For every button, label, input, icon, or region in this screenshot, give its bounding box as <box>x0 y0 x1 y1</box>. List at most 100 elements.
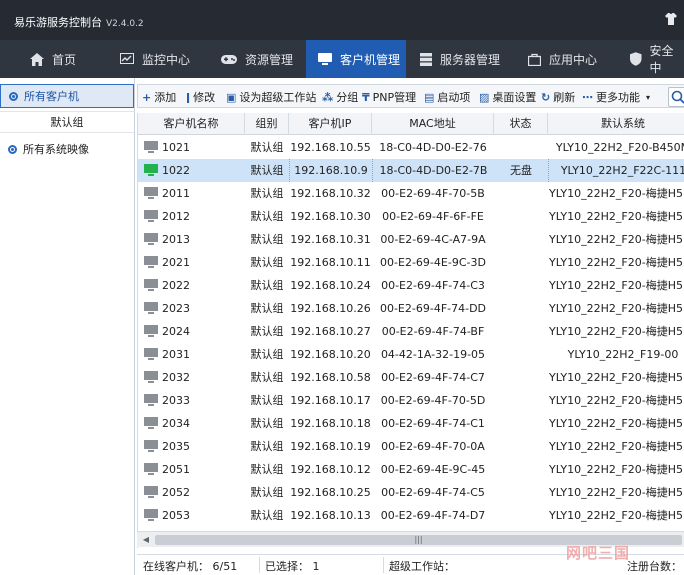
cell-group: 默认组 <box>250 440 284 453</box>
client-offline-icon <box>144 233 158 245</box>
table-row[interactable]: 2022 默认组 192.168.10.24 00-E2-69-4F-74-C3 YLY… <box>138 274 684 297</box>
cell-default-system: YLY10_22H2_F20-梅捷H510 <box>549 325 684 338</box>
nav-resources[interactable]: 资源管理 <box>221 40 293 78</box>
sidebar-all-images[interactable]: 所有系统映像 <box>0 137 134 161</box>
edit-button[interactable]: ǀ 修改 <box>186 89 215 105</box>
skin-icon[interactable] <box>664 12 678 26</box>
cell-default-system: YLY10_22H2_F20-梅捷H510 <box>549 463 684 476</box>
nav-server-management[interactable]: 服务器管理 <box>420 40 500 78</box>
expand-icon[interactable] <box>8 144 17 154</box>
client-name-text: 1021 <box>162 141 190 154</box>
add-button[interactable]: + 添加 <box>142 89 176 105</box>
col-ip[interactable]: 客户机IP <box>289 113 372 135</box>
client-name-text: 2053 <box>162 509 190 522</box>
cell-ip: 192.168.10.11 <box>290 256 371 269</box>
more-functions-button[interactable]: ⋯ 更多功能 ▾ <box>582 89 650 105</box>
pnp-icon: ₸ <box>362 90 370 104</box>
cell-default-system: YLY10_22H2_F20-梅捷H510 <box>549 440 684 453</box>
cell-name: 2032 <box>138 366 245 389</box>
table-row[interactable]: 2034 默认组 192.168.10.18 00-E2-69-4F-74-C1 YLY… <box>138 412 684 435</box>
cell-status <box>494 182 548 205</box>
table-row[interactable]: 2035 默认组 192.168.10.19 00-E2-69-4F-70-0A YLY… <box>138 435 684 458</box>
table-row[interactable]: 2023 默认组 192.168.10.26 00-E2-69-4F-74-DD YLY… <box>138 297 684 320</box>
table-row[interactable]: 2013 默认组 192.168.10.31 00-E2-69-4C-A7-9A YLY… <box>138 228 684 251</box>
nav-monitor[interactable]: 监控中心 <box>120 40 190 78</box>
client-name-text: 1022 <box>162 164 190 177</box>
cell-default-system: YLY10_22H2_F20-梅捷H510 <box>549 417 684 430</box>
cell-ip: 192.168.10.13 <box>290 509 371 522</box>
cell-status <box>494 504 548 527</box>
pnp-button[interactable]: ₸ PNP管理 <box>362 89 416 105</box>
col-default-system[interactable]: 默认系统 <box>548 113 684 135</box>
cell-mac: 00-E2-69-4E-9C-3D <box>380 256 486 269</box>
search-button[interactable] <box>668 87 684 107</box>
col-name[interactable]: 客户机名称 <box>138 113 245 135</box>
set-super-workstation-button[interactable]: ▣ 设为超级工作站 <box>226 89 316 105</box>
col-group[interactable]: 组别 <box>245 113 289 135</box>
cell-ip: 192.168.10.9 <box>289 159 372 182</box>
registered-count-status: 注册台数： 6 <box>627 560 682 573</box>
cell-ip: 192.168.10.32 <box>290 187 371 200</box>
col-status[interactable]: 状态 <box>494 113 548 135</box>
cell-mac: 00-E2-69-4F-74-DD <box>379 302 487 315</box>
save-icon: ▣ <box>226 90 237 104</box>
table-row[interactable]: 2011 默认组 192.168.10.32 00-E2-69-4F-70-5B YLY… <box>138 182 684 205</box>
cell-mac: 00-E2-69-4F-74-C1 <box>381 417 485 430</box>
cell-mac: 00-E2-69-4F-70-5B <box>381 187 485 200</box>
sidebar-default-group[interactable]: 默认组 <box>0 111 134 133</box>
cell-mac: 00-E2-69-4F-74-C5 <box>381 486 485 499</box>
cell-status <box>494 320 548 343</box>
cell-mac: 00-E2-69-4E-9C-45 <box>380 463 486 476</box>
collapse-icon[interactable] <box>9 91 18 101</box>
cell-ip: 192.168.10.31 <box>290 233 371 246</box>
cell-mac: 18-C0-4D-D0-E2-7B <box>372 159 494 182</box>
client-name-text: 2033 <box>162 394 190 407</box>
table-row[interactable]: 1022 默认组 192.168.10.9 18-C0-4D-D0-E2-7B 无盘 YL… <box>138 159 684 182</box>
table-row[interactable]: 2052 默认组 192.168.10.25 00-E2-69-4F-74-C5 YLY… <box>138 481 684 504</box>
table-row[interactable]: 2012 默认组 192.168.10.30 00-E2-69-4F-6F-FE YLY… <box>138 205 684 228</box>
cell-mac: 00-E2-69-4F-74-BF <box>381 325 485 338</box>
client-offline-icon <box>144 417 158 429</box>
nav-security[interactable]: 安全中 <box>630 40 684 78</box>
table-row[interactable]: 2021 默认组 192.168.10.11 00-E2-69-4E-9C-3D YLY… <box>138 251 684 274</box>
refresh-button[interactable]: ↻ 刷新 <box>541 89 575 105</box>
nav-home[interactable]: 首页 <box>30 40 76 78</box>
cell-default-system: YLY10_22H2_F20-梅捷H510 <box>549 187 684 200</box>
watermark-logo: 网吧三国 <box>566 544 631 562</box>
nav-client-management[interactable]: 客户机管理 <box>306 40 406 78</box>
table-row[interactable]: 2033 默认组 192.168.10.17 00-E2-69-4F-70-5D YLY… <box>138 389 684 412</box>
client-offline-icon <box>144 371 158 383</box>
client-offline-icon <box>144 463 158 475</box>
client-offline-icon <box>144 486 158 498</box>
sidebar-all-clients[interactable]: 所有客户机 <box>0 84 134 108</box>
table-row[interactable]: 2031 默认组 192.168.10.20 04-42-1A-32-19-05 YLY… <box>138 343 684 366</box>
cell-default-system: YLY10_22H2_F20-梅捷H510 <box>549 279 684 292</box>
cell-name: 2013 <box>138 228 245 251</box>
nav-app-center[interactable]: 应用中心 <box>528 40 597 78</box>
status-divider <box>259 557 260 573</box>
cell-status <box>494 389 548 412</box>
cell-name: 1022 <box>138 159 245 182</box>
table-row[interactable]: 2053 默认组 192.168.10.13 00-E2-69-4F-74-D7 YLY… <box>138 504 684 527</box>
col-mac[interactable]: MAC地址 <box>372 113 494 135</box>
client-offline-icon <box>144 302 158 314</box>
table-row[interactable]: 1021 默认组 192.168.10.55 18-C0-4D-D0-E2-76 YLY… <box>138 136 684 159</box>
cell-group: 默认组 <box>250 394 284 407</box>
sidebar-all-clients-label: 所有客户机 <box>24 90 79 103</box>
edit-icon: ǀ <box>186 90 191 104</box>
client-name-text: 2011 <box>162 187 190 200</box>
home-icon <box>30 52 44 66</box>
table-row[interactable]: 2024 默认组 192.168.10.27 00-E2-69-4F-74-BF YLY… <box>138 320 684 343</box>
table-row[interactable]: 2032 默认组 192.168.10.58 00-E2-69-4F-74-C7 YLY… <box>138 366 684 389</box>
table-row[interactable]: 2051 默认组 192.168.10.12 00-E2-69-4E-9C-45 YLY… <box>138 458 684 481</box>
cell-default-system: YLY10_22H2_F20-梅捷H510 <box>549 509 684 522</box>
group-button[interactable]: ⁂ 分组 <box>322 89 358 105</box>
cell-mac: 00-E2-69-4F-70-5D <box>380 394 486 407</box>
boot-items-button[interactable]: ▤ 启动项 <box>424 89 470 105</box>
cell-group: 默认组 <box>250 417 284 430</box>
desktop-settings-button[interactable]: ▨ 桌面设置 <box>479 89 536 105</box>
cell-name: 2011 <box>138 182 245 205</box>
client-name-text: 2031 <box>162 348 190 361</box>
sidebar: 所有客户机 默认组 所有系统映像 <box>0 78 135 575</box>
scroll-left-icon[interactable]: ◀ <box>140 534 152 546</box>
